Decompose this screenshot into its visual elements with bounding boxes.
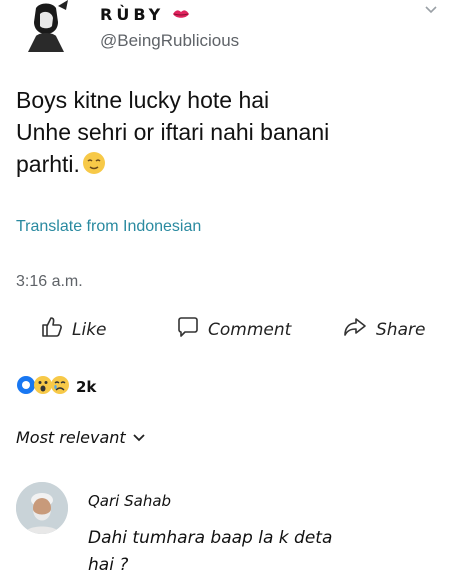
comment-text-line: Dahi tumhara baap la k deta xyxy=(88,528,333,548)
comment-sort-dropdown[interactable]: Most relevant xyxy=(16,428,146,447)
relieved-face-icon xyxy=(82,151,106,183)
author-avatar[interactable] xyxy=(22,0,72,52)
share-button[interactable]: Share xyxy=(342,315,425,344)
post-text: Boys kitne lucky hote hai Unhe sehri or … xyxy=(16,84,436,183)
post-text-line: Unhe sehri or iftari nahi banani xyxy=(16,119,330,145)
author-handle[interactable]: @BeingRublicious xyxy=(100,31,239,51)
lips-icon xyxy=(172,4,190,23)
chevron-down-icon[interactable] xyxy=(424,2,438,14)
comment-button[interactable]: Comment xyxy=(176,315,291,344)
action-bar: Like Comment Share xyxy=(0,315,450,349)
chevron-down-icon xyxy=(132,428,146,447)
commenter-avatar[interactable] xyxy=(16,482,68,534)
post-text-line: parhti. xyxy=(16,151,80,177)
commenter-name[interactable]: Qari Sahab xyxy=(88,492,171,510)
reaction-summary[interactable]: 2k xyxy=(16,375,96,399)
share-label: Share xyxy=(376,319,426,340)
comment-label: Comment xyxy=(208,319,292,340)
post-timestamp: 3:16 a.m. xyxy=(16,273,83,290)
comment-sort-label: Most relevant xyxy=(16,428,126,447)
comment-text-line: hai ? xyxy=(88,555,129,575)
sad-reaction-icon xyxy=(50,375,70,400)
thumbs-up-icon xyxy=(40,315,64,344)
like-button[interactable]: Like xyxy=(40,315,107,344)
author-name[interactable]: RÙBY xyxy=(100,4,190,24)
comment-bubble-icon xyxy=(176,315,200,344)
reaction-count: 2k xyxy=(76,378,97,396)
post-text-line: Boys kitne lucky hote hai xyxy=(16,87,270,113)
comment-text: Dahi tumhara baap la k deta hai ? xyxy=(88,525,408,579)
like-label: Like xyxy=(72,319,107,340)
translate-link[interactable]: Translate from Indonesian xyxy=(16,218,201,236)
share-arrow-icon xyxy=(342,315,368,344)
